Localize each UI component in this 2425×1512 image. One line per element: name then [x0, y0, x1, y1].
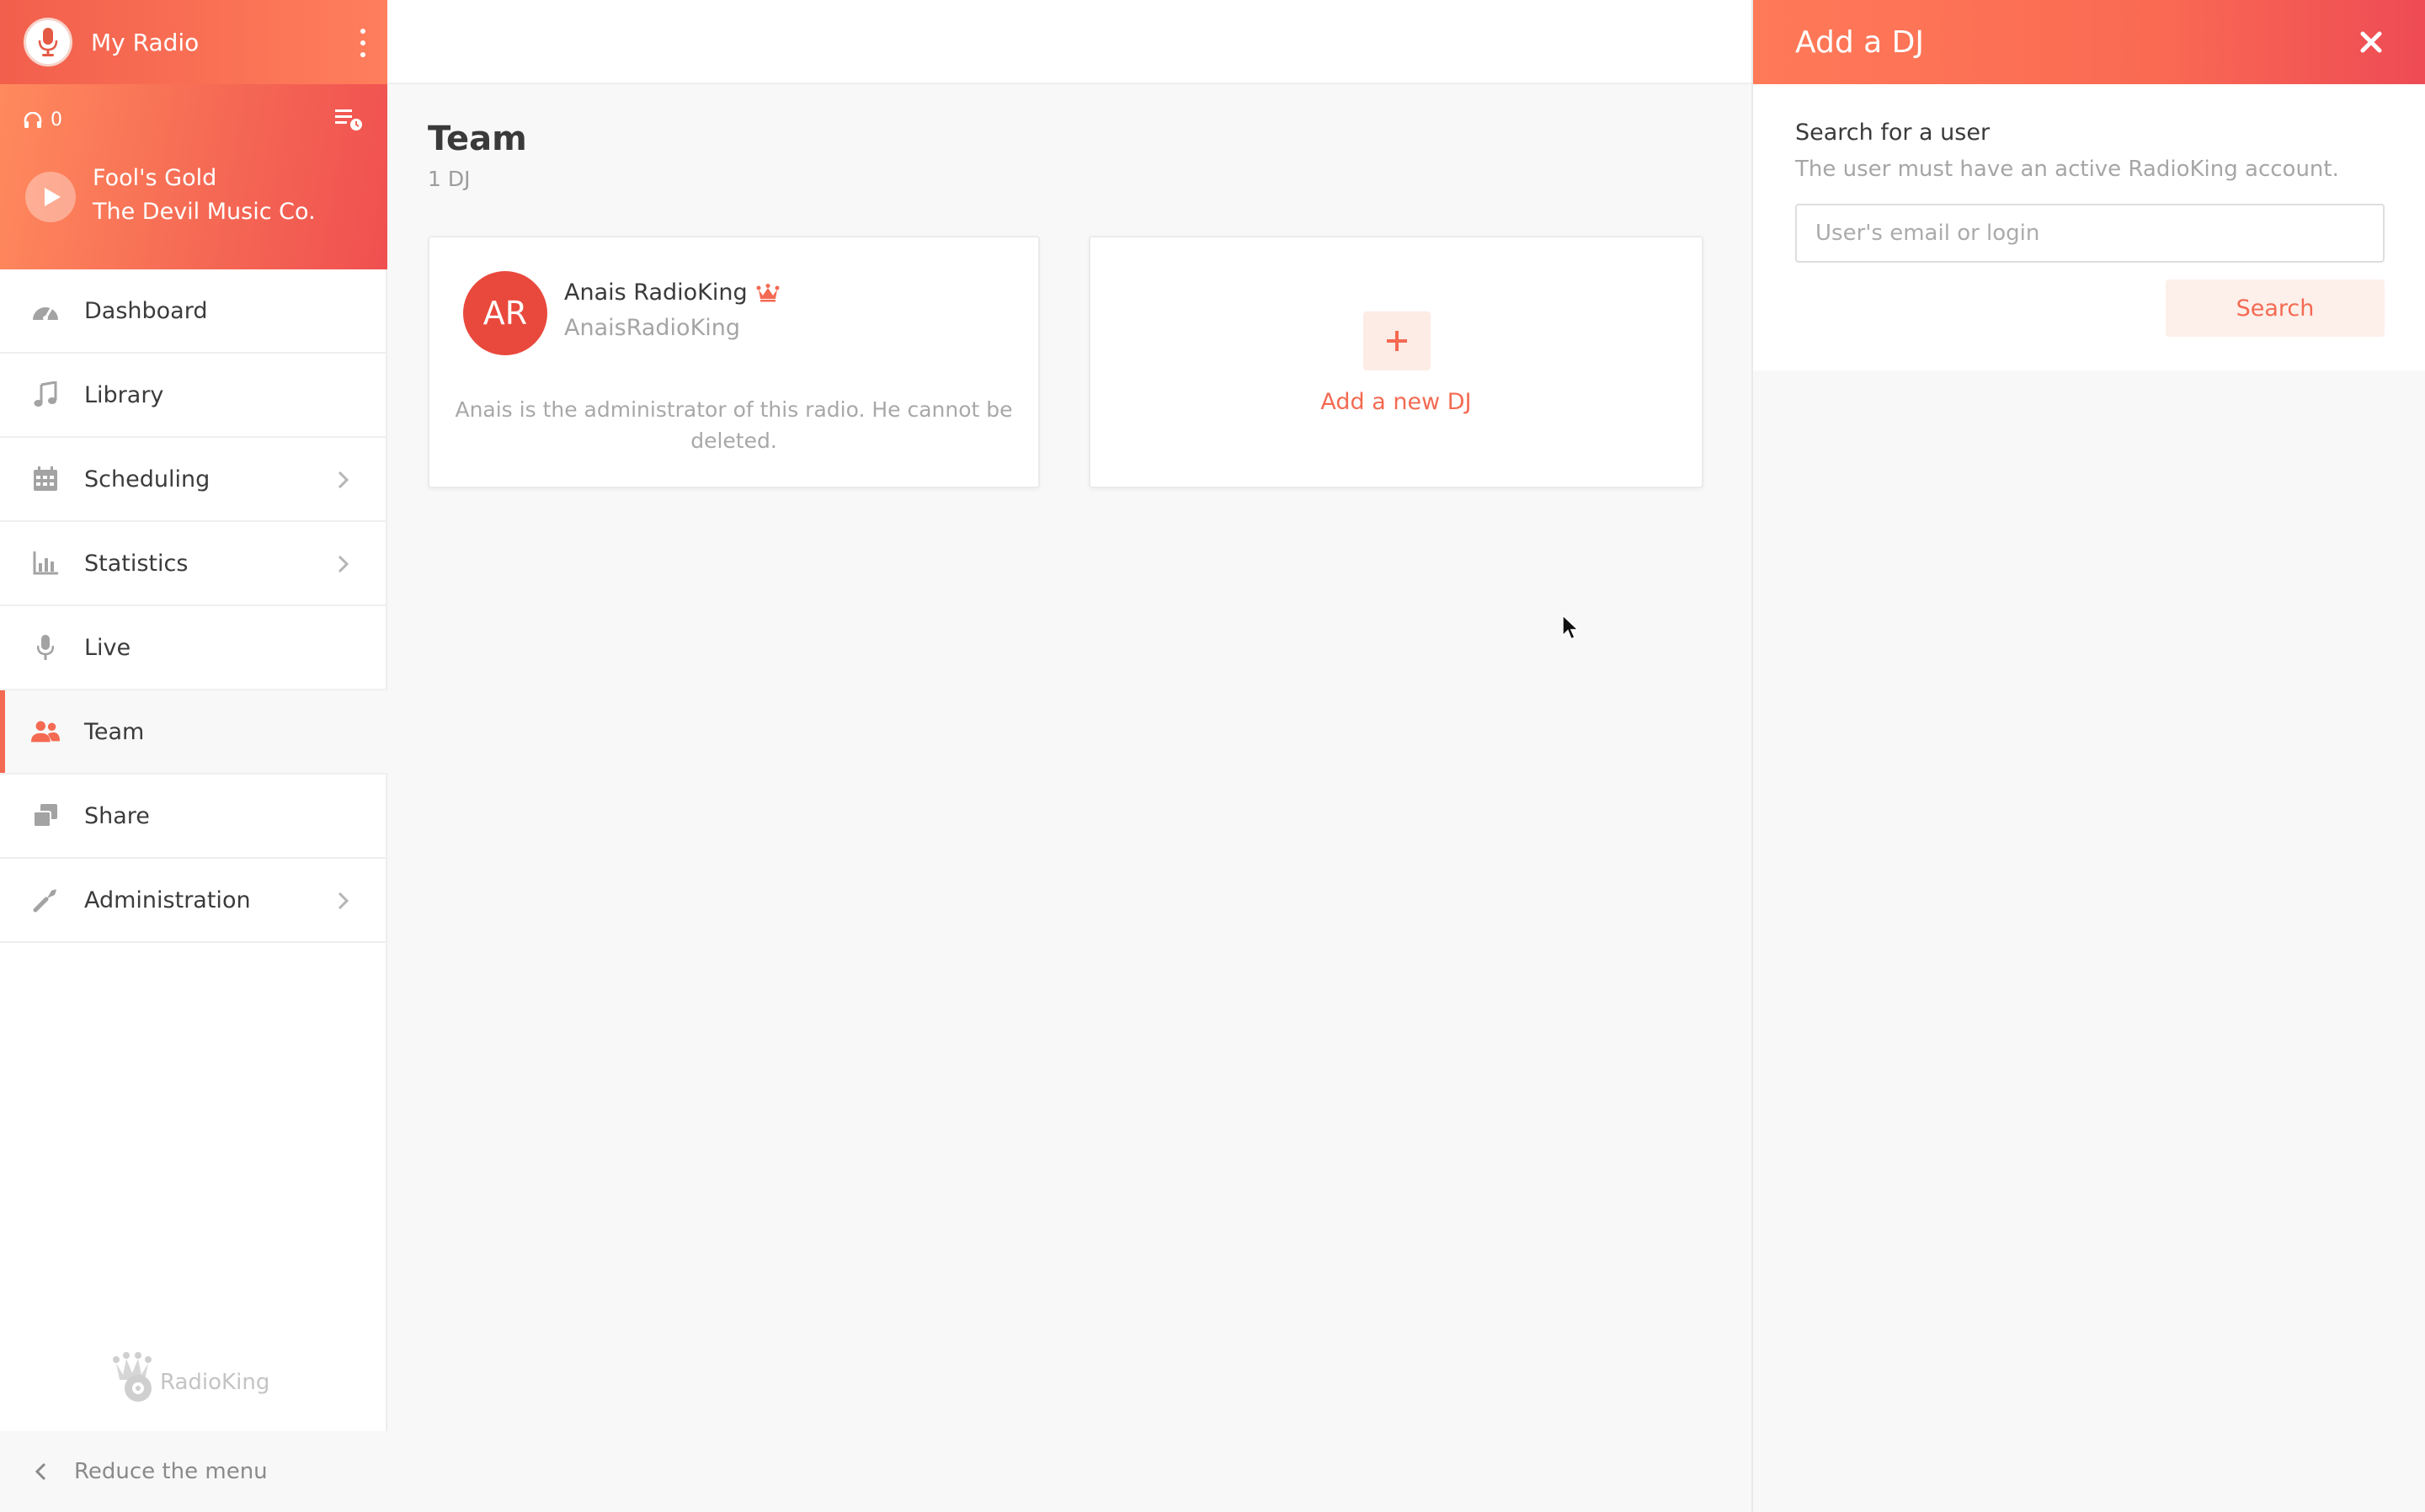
dj-admin-note: Anais is the administrator of this radio…: [455, 397, 1013, 453]
page-title: Team: [428, 120, 527, 158]
add-dj-label: Add a new DJ: [1320, 389, 1472, 415]
share-icon: [30, 801, 61, 831]
search-hint: The user must have an active RadioKing a…: [1795, 157, 2339, 182]
wrench-icon: [30, 885, 61, 915]
calendar-icon: [30, 464, 61, 494]
dj-name-text: Anais RadioKing: [564, 280, 748, 306]
queue-history-icon[interactable]: [335, 108, 364, 131]
chevron-right-icon: [338, 892, 349, 910]
sidebar-item-live[interactable]: Live: [0, 606, 387, 690]
crown-icon: [756, 283, 780, 301]
sidebar-item-statistics[interactable]: Statistics: [0, 522, 387, 606]
sidebar-item-label: Team: [84, 718, 145, 745]
sidebar-item-share[interactable]: Share: [0, 775, 387, 859]
sidebar-item-label: Scheduling: [84, 466, 211, 492]
close-icon[interactable]: [2358, 29, 2385, 56]
radio-name[interactable]: My Radio: [91, 29, 199, 56]
now-playing: 0 Fool's Gold The Devil Music Co.: [0, 84, 387, 269]
music-note-icon: [30, 380, 61, 410]
reduce-menu-button[interactable]: Reduce the menu: [0, 1431, 387, 1512]
search-title: Search for a user: [1795, 120, 1991, 146]
search-button[interactable]: Search: [2166, 280, 2385, 337]
top-bar: [387, 0, 1751, 84]
avatar: AR: [463, 271, 547, 355]
sidebar-item-team[interactable]: Team: [0, 690, 387, 775]
listeners-count: 0: [24, 109, 62, 130]
panel-title: Add a DJ: [1795, 24, 1924, 60]
plus-icon: [1363, 311, 1431, 370]
play-icon: [45, 188, 61, 206]
sidebar-item-label: Library: [84, 381, 164, 408]
add-dj-panel: Add a DJ Search for a user The user must…: [1751, 0, 2425, 1512]
sidebar-nav: Dashboard Library Scheduling Statistics: [0, 269, 387, 943]
radioking-crown-icon: [113, 1352, 152, 1402]
chevron-right-icon: [338, 471, 349, 489]
dj-name: Anais RadioKing: [564, 280, 780, 306]
sidebar-item-scheduling[interactable]: Scheduling: [0, 438, 387, 522]
sidebar-item-label: Administration: [84, 886, 251, 913]
radioking-logo-text: RadioKing: [160, 1370, 270, 1395]
sidebar: My Radio 0 Fool's Gold The Devil Music C…: [0, 0, 387, 1512]
microphone-logo-icon: [38, 28, 58, 56]
song-artist: The Devil Music Co.: [93, 199, 316, 225]
sidebar-item-administration[interactable]: Administration: [0, 859, 387, 943]
brand-bar: My Radio: [0, 0, 387, 84]
radio-avatar[interactable]: [24, 18, 72, 67]
dj-login: AnaisRadioKing: [564, 315, 741, 341]
sidebar-item-label: Statistics: [84, 550, 189, 577]
reduce-menu-label: Reduce the menu: [74, 1459, 268, 1484]
search-user-form: Search for a user The user must have an …: [1753, 84, 2425, 370]
chevron-left-icon: [35, 1462, 46, 1481]
user-search-input[interactable]: [1795, 204, 2385, 263]
panel-header: Add a DJ: [1753, 0, 2425, 84]
chevron-right-icon: [338, 555, 349, 573]
sidebar-item-label: Dashboard: [84, 297, 208, 324]
more-options-icon[interactable]: [359, 29, 367, 57]
headphones-icon: [24, 111, 42, 128]
microphone-icon: [30, 632, 61, 663]
sidebar-item-label: Live: [84, 634, 131, 661]
sidebar-item-library[interactable]: Library: [0, 354, 387, 438]
sidebar-item-dashboard[interactable]: Dashboard: [0, 269, 387, 354]
song-title: Fool's Gold: [93, 165, 217, 191]
dj-count: 1 DJ: [428, 167, 471, 191]
add-dj-card[interactable]: Add a new DJ: [1089, 236, 1703, 488]
gauge-icon: [30, 295, 61, 326]
play-button[interactable]: [25, 172, 76, 222]
radioking-logo: RadioKing: [109, 1351, 269, 1403]
sidebar-item-label: Share: [84, 802, 150, 829]
mouse-cursor-icon: [1562, 615, 1580, 641]
dj-card[interactable]: AR Anais RadioKing AnaisRadioKing Anais …: [428, 236, 1040, 488]
users-icon: [30, 716, 61, 747]
bar-chart-icon: [30, 548, 61, 578]
listeners-value: 0: [51, 109, 62, 130]
